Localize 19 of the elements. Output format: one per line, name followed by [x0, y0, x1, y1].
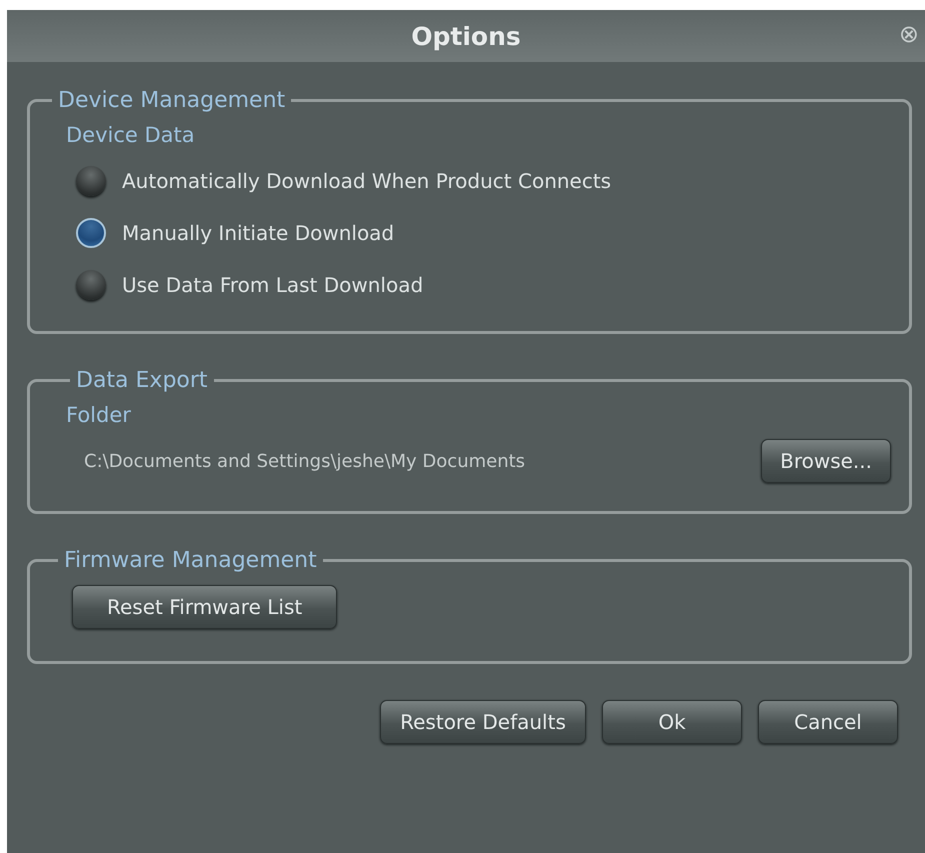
reset-firmware-button[interactable]: Reset Firmware List: [72, 585, 338, 629]
cancel-button[interactable]: Cancel: [758, 700, 898, 744]
restore-defaults-button[interactable]: Restore Defaults: [380, 700, 586, 744]
section-title: Data Export: [75, 368, 209, 393]
radio-button[interactable]: [76, 166, 106, 196]
folder-path: C:\Documents and Settings\jeshe\My Documents: [84, 450, 526, 472]
close-icon[interactable]: ⊗: [898, 22, 919, 46]
radio-button[interactable]: [76, 270, 106, 300]
browse-button[interactable]: Browse...: [761, 439, 891, 483]
window-title: Options: [411, 22, 521, 50]
option-label[interactable]: Automatically Download When Product Connects: [122, 169, 612, 193]
group-label: Folder: [66, 403, 131, 427]
option-label[interactable]: Use Data From Last Download: [122, 273, 424, 297]
section-title: Firmware Management: [63, 548, 318, 573]
option-label[interactable]: Manually Initiate Download: [122, 221, 394, 245]
group-label: Device Data: [66, 123, 195, 147]
section-title: Device Management: [57, 88, 286, 113]
radio-button[interactable]: [76, 218, 106, 248]
ok-button[interactable]: Ok: [602, 700, 742, 744]
